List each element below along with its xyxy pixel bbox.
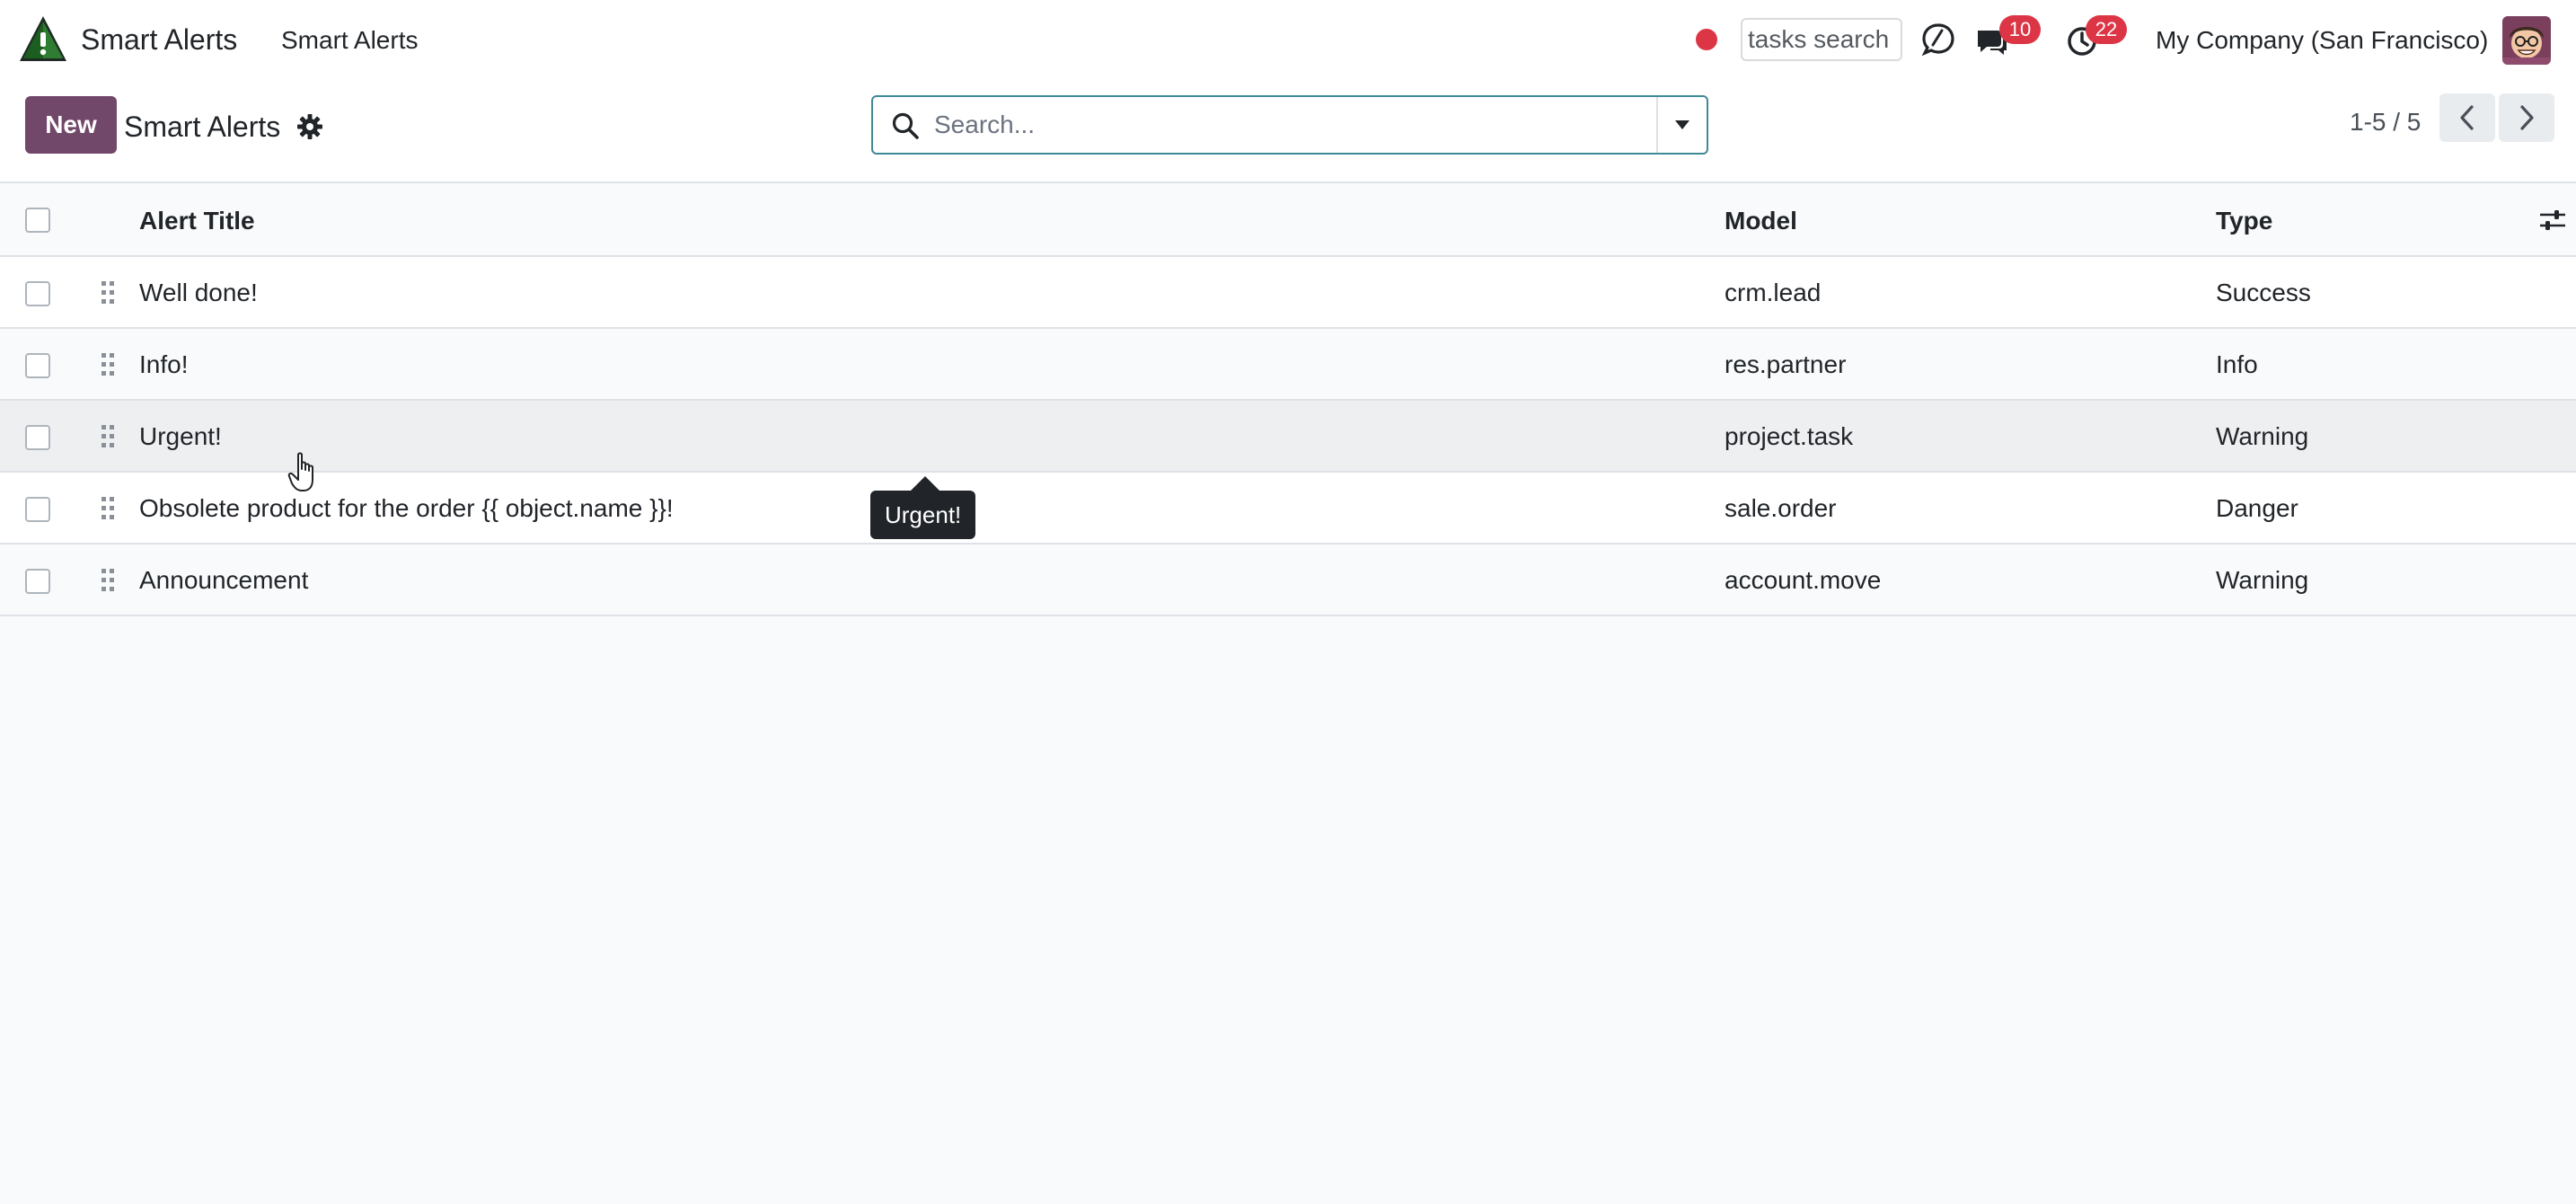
table-row[interactable]: Urgent! project.task Warning — [0, 401, 2576, 473]
table-row[interactable]: Obsolete product for the order {{ object… — [0, 473, 2576, 544]
chevron-right-icon — [2520, 105, 2534, 130]
cell-alert-title: Obsolete product for the order {{ object… — [139, 494, 674, 522]
drag-handle-icon[interactable] — [99, 494, 117, 523]
smart-alerts-logo-icon[interactable] — [18, 14, 68, 63]
alerts-list-table: Alert Title Model Type Well done! crm.le… — [0, 183, 2576, 616]
messages-count-badge: 10 — [1999, 15, 2041, 44]
caret-down-icon — [1675, 120, 1689, 129]
cell-type: Warning — [2216, 566, 2309, 594]
user-avatar[interactable] — [2502, 16, 2551, 65]
pager-next-button[interactable] — [2499, 93, 2554, 142]
discuss-icon[interactable] — [1920, 22, 1956, 58]
cell-model: account.move — [1725, 566, 1882, 594]
drag-handle-icon[interactable] — [99, 422, 117, 451]
drag-handle-icon[interactable] — [99, 350, 117, 379]
row-checkbox[interactable] — [25, 425, 50, 450]
company-switcher[interactable]: My Company (San Francisco) — [2156, 24, 2488, 57]
pager-previous-button[interactable] — [2439, 93, 2495, 142]
cell-model: project.task — [1725, 422, 1854, 450]
drag-handle-icon[interactable] — [99, 566, 117, 595]
row-checkbox[interactable] — [25, 353, 50, 378]
activity-count-badge: 22 — [2086, 15, 2127, 44]
cell-type: Success — [2216, 279, 2311, 306]
cell-alert-title: Info! — [139, 350, 189, 378]
cell-alert-title: Well done! — [139, 279, 258, 306]
recording-indicator[interactable] — [1696, 29, 1717, 50]
search-options-toggle[interactable] — [1658, 97, 1707, 153]
search-input[interactable] — [932, 104, 1615, 146]
cell-type: Warning — [2216, 422, 2309, 450]
search-icon — [891, 111, 920, 140]
page-title: Smart Alerts — [124, 111, 281, 143]
drag-handle-icon[interactable] — [99, 279, 117, 307]
top-navbar: Smart Alerts Smart Alerts 10 22 My Compa… — [0, 0, 2576, 81]
cell-type: Danger — [2216, 494, 2298, 522]
table-header-row: Alert Title Model Type — [0, 183, 2576, 257]
row-title-tooltip: Urgent! — [870, 491, 976, 539]
tooltip-arrow — [911, 476, 940, 491]
table-row[interactable]: Info! res.partner Info — [0, 329, 2576, 401]
menu-item-smart-alerts[interactable]: Smart Alerts — [281, 24, 418, 57]
column-header-type[interactable]: Type — [2216, 205, 2272, 237]
column-header-model[interactable]: Model — [1725, 205, 1797, 237]
table-row[interactable]: Well done! crm.lead Success — [0, 257, 2576, 329]
row-checkbox[interactable] — [25, 497, 50, 522]
new-button[interactable]: New — [25, 96, 117, 154]
hand-pointer-cursor-icon — [287, 451, 320, 494]
chevron-left-icon — [2460, 105, 2474, 130]
cell-alert-title: Announcement — [139, 566, 309, 594]
cell-alert-title: Urgent! — [139, 422, 222, 450]
tasks-search-input[interactable] — [1741, 18, 1902, 61]
cell-model: crm.lead — [1725, 279, 1822, 306]
select-all-checkbox[interactable] — [25, 208, 50, 233]
search-box — [871, 95, 1708, 155]
gear-icon[interactable] — [296, 113, 323, 140]
pager-value[interactable]: 1-5 / 5 — [2350, 106, 2421, 138]
cell-type: Info — [2216, 350, 2258, 378]
row-checkbox[interactable] — [25, 569, 50, 594]
column-header-alert-title[interactable]: Alert Title — [139, 205, 255, 237]
cell-model: res.partner — [1725, 350, 1847, 378]
control-panel: New Smart Alerts Search... 1-5 / 5 — [0, 81, 2576, 183]
app-name[interactable]: Smart Alerts — [81, 22, 237, 58]
table-row[interactable]: Announcement account.move Warning — [0, 544, 2576, 616]
row-checkbox[interactable] — [25, 281, 50, 306]
cell-model: sale.order — [1725, 494, 1837, 522]
optional-columns-sliders-icon[interactable] — [2538, 207, 2567, 234]
